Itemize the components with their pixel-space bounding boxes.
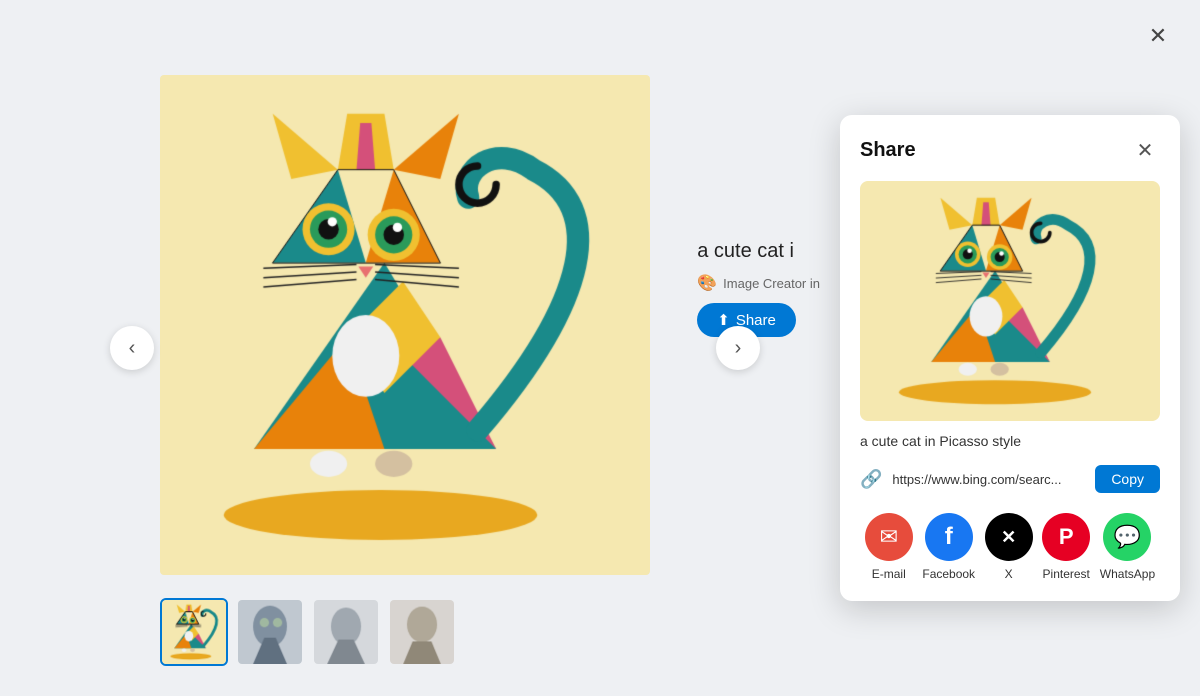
- share-url-row: 🔗 https://www.bing.com/searc... Copy: [860, 465, 1160, 493]
- share-panel: Share ✕ a cute cat in Picasso style 🔗 ht…: [840, 115, 1180, 601]
- share-icon: ⬆: [717, 311, 730, 329]
- share-icons-row: ✉ E-mail f Facebook ✕ X P Pintere: [860, 513, 1160, 581]
- link-icon: 🔗: [860, 469, 882, 490]
- nav-next-button[interactable]: ›: [716, 326, 760, 370]
- creator-line: 🎨 Image Creator in: [697, 273, 820, 293]
- share-panel-header: Share ✕: [860, 135, 1160, 165]
- thumbnail-4[interactable]: [388, 598, 456, 666]
- x-icon: ✕: [985, 513, 1033, 561]
- pinterest-label: Pinterest: [1043, 567, 1090, 581]
- thumbnail-strip: [160, 598, 456, 666]
- pinterest-icon: P: [1042, 513, 1090, 561]
- share-x-button[interactable]: ✕ X: [985, 513, 1033, 581]
- share-image-caption: a cute cat in Picasso style: [860, 433, 1160, 449]
- share-panel-close-button[interactable]: ✕: [1130, 135, 1160, 165]
- facebook-label: Facebook: [922, 567, 975, 581]
- email-icon: ✉: [865, 513, 913, 561]
- share-pinterest-button[interactable]: P Pinterest: [1042, 513, 1090, 581]
- share-url-text[interactable]: https://www.bing.com/searc...: [892, 472, 1085, 487]
- thumbnail-2[interactable]: [236, 598, 304, 666]
- facebook-icon: f: [925, 513, 973, 561]
- nav-prev-button[interactable]: ‹: [110, 326, 154, 370]
- share-panel-title: Share: [860, 139, 916, 162]
- viewer-overlay: ✕ ‹ › a cute cat i 🎨 Image Creator in: [0, 0, 1200, 696]
- image-info: a cute cat i 🎨 Image Creator in ⬆ Share: [697, 240, 820, 337]
- thumbnail-3[interactable]: [312, 598, 380, 666]
- copy-button[interactable]: Copy: [1095, 465, 1160, 493]
- main-image: [160, 75, 650, 575]
- share-email-button[interactable]: ✉ E-mail: [865, 513, 913, 581]
- email-label: E-mail: [872, 567, 906, 581]
- share-whatsapp-button[interactable]: 💬 WhatsApp: [1100, 513, 1155, 581]
- whatsapp-icon: 💬: [1103, 513, 1151, 561]
- share-facebook-button[interactable]: f Facebook: [922, 513, 975, 581]
- whatsapp-label: WhatsApp: [1100, 567, 1155, 581]
- x-label: X: [1005, 567, 1013, 581]
- main-close-button[interactable]: ✕: [1140, 18, 1176, 54]
- image-title: a cute cat i: [697, 240, 794, 263]
- thumbnail-1[interactable]: [160, 598, 228, 666]
- share-preview-image: [860, 181, 1160, 421]
